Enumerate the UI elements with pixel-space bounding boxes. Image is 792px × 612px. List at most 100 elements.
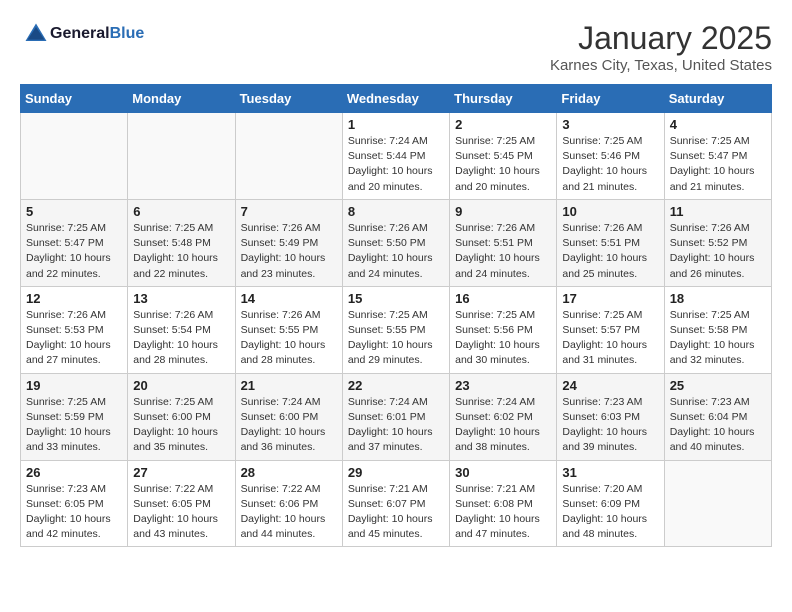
weekday-header-sunday: Sunday — [21, 85, 128, 113]
day-number: 5 — [26, 204, 122, 219]
day-number: 19 — [26, 378, 122, 393]
logo-general: General — [50, 25, 110, 42]
day-number: 14 — [241, 291, 337, 306]
calendar-cell: 19 Sunrise: 7:25 AM Sunset: 5:59 PM Dayli… — [21, 373, 128, 460]
location-title: Karnes City, Texas, United States — [550, 57, 772, 74]
day-info: Sunrise: 7:25 AM Sunset: 5:59 PM Dayligh… — [26, 395, 122, 456]
day-info: Sunrise: 7:25 AM Sunset: 5:56 PM Dayligh… — [455, 308, 551, 369]
day-info: Sunrise: 7:23 AM Sunset: 6:03 PM Dayligh… — [562, 395, 658, 456]
calendar-cell: 23 Sunrise: 7:24 AM Sunset: 6:02 PM Dayli… — [450, 373, 557, 460]
day-info: Sunrise: 7:24 AM Sunset: 6:02 PM Dayligh… — [455, 395, 551, 456]
day-info: Sunrise: 7:22 AM Sunset: 6:06 PM Dayligh… — [241, 482, 337, 543]
calendar-cell: 12 Sunrise: 7:26 AM Sunset: 5:53 PM Dayli… — [21, 286, 128, 373]
day-number: 25 — [670, 378, 766, 393]
day-number: 11 — [670, 204, 766, 219]
day-number: 4 — [670, 117, 766, 132]
day-info: Sunrise: 7:25 AM Sunset: 5:45 PM Dayligh… — [455, 134, 551, 195]
day-number: 31 — [562, 465, 658, 480]
weekday-header-monday: Monday — [128, 85, 235, 113]
day-number: 26 — [26, 465, 122, 480]
month-title: January 2025 — [550, 20, 772, 57]
calendar-cell: 8Sunrise: 7:26 AM Sunset: 5:50 PM Daylig… — [342, 199, 449, 286]
day-info: Sunrise: 7:26 AM Sunset: 5:50 PM Dayligh… — [348, 221, 444, 282]
day-info: Sunrise: 7:26 AM Sunset: 5:51 PM Dayligh… — [455, 221, 551, 282]
calendar-cell: 15Sunrise: 7:25 AM Sunset: 5:55 PM Dayli… — [342, 286, 449, 373]
weekday-header-friday: Friday — [557, 85, 664, 113]
page-header: GeneralBlue January 2025 Karnes City, Te… — [20, 20, 772, 74]
week-row-4: 19 Sunrise: 7:25 AM Sunset: 5:59 PM Dayli… — [21, 373, 772, 460]
calendar-cell: 25 Sunrise: 7:23 AM Sunset: 6:04 PM Dayli… — [664, 373, 771, 460]
calendar-cell: 5 Sunrise: 7:25 AM Sunset: 5:47 PM Daylig… — [21, 199, 128, 286]
calendar-cell — [128, 113, 235, 200]
weekday-header-thursday: Thursday — [450, 85, 557, 113]
day-info: Sunrise: 7:24 AM Sunset: 6:00 PM Dayligh… — [241, 395, 337, 456]
day-info: Sunrise: 7:26 AM Sunset: 5:53 PM Dayligh… — [26, 308, 122, 369]
day-info: Sunrise: 7:26 AM Sunset: 5:51 PM Dayligh… — [562, 221, 658, 282]
calendar-cell: 2 Sunrise: 7:25 AM Sunset: 5:45 PM Daylig… — [450, 113, 557, 200]
day-info: Sunrise: 7:26 AM Sunset: 5:52 PM Dayligh… — [670, 221, 766, 282]
day-number: 9 — [455, 204, 551, 219]
calendar-cell — [664, 460, 771, 547]
day-number: 23 — [455, 378, 551, 393]
logo-icon — [22, 20, 50, 48]
day-number: 15 — [348, 291, 444, 306]
day-info: Sunrise: 7:24 AM Sunset: 5:44 PM Dayligh… — [348, 134, 444, 195]
day-number: 12 — [26, 291, 122, 306]
calendar-cell: 17 Sunrise: 7:25 AM Sunset: 5:57 PM Dayli… — [557, 286, 664, 373]
day-number: 1 — [348, 117, 444, 132]
day-number: 7 — [241, 204, 337, 219]
week-row-1: 1 Sunrise: 7:24 AM Sunset: 5:44 PM Daylig… — [21, 113, 772, 200]
day-info: Sunrise: 7:25 AM Sunset: 5:46 PM Dayligh… — [562, 134, 658, 195]
day-number: 3 — [562, 117, 658, 132]
calendar-cell — [21, 113, 128, 200]
day-info: Sunrise: 7:26 AM Sunset: 5:49 PM Dayligh… — [241, 221, 337, 282]
day-info: Sunrise: 7:23 AM Sunset: 6:04 PM Dayligh… — [670, 395, 766, 456]
day-number: 2 — [455, 117, 551, 132]
day-info: Sunrise: 7:26 AM Sunset: 5:55 PM Dayligh… — [241, 308, 337, 369]
calendar-cell: 28 Sunrise: 7:22 AM Sunset: 6:06 PM Dayli… — [235, 460, 342, 547]
calendar-cell: 26 Sunrise: 7:23 AM Sunset: 6:05 PM Dayli… — [21, 460, 128, 547]
day-info: Sunrise: 7:24 AM Sunset: 6:01 PM Dayligh… — [348, 395, 444, 456]
day-number: 13 — [133, 291, 229, 306]
day-number: 22 — [348, 378, 444, 393]
day-info: Sunrise: 7:22 AM Sunset: 6:05 PM Dayligh… — [133, 482, 229, 543]
weekday-header-tuesday: Tuesday — [235, 85, 342, 113]
calendar-cell: 6Sunrise: 7:25 AM Sunset: 5:48 PM Daylig… — [128, 199, 235, 286]
weekday-header-wednesday: Wednesday — [342, 85, 449, 113]
calendar-cell: 4 Sunrise: 7:25 AM Sunset: 5:47 PM Daylig… — [664, 113, 771, 200]
day-info: Sunrise: 7:26 AM Sunset: 5:54 PM Dayligh… — [133, 308, 229, 369]
day-info: Sunrise: 7:20 AM Sunset: 6:09 PM Dayligh… — [562, 482, 658, 543]
day-number: 30 — [455, 465, 551, 480]
calendar-cell: 24 Sunrise: 7:23 AM Sunset: 6:03 PM Dayli… — [557, 373, 664, 460]
title-block: January 2025 Karnes City, Texas, United … — [550, 20, 772, 74]
weekday-header-saturday: Saturday — [664, 85, 771, 113]
day-number: 21 — [241, 378, 337, 393]
day-info: Sunrise: 7:21 AM Sunset: 6:07 PM Dayligh… — [348, 482, 444, 543]
day-number: 6 — [133, 204, 229, 219]
calendar-cell: 29 Sunrise: 7:21 AM Sunset: 6:07 PM Dayli… — [342, 460, 449, 547]
day-number: 29 — [348, 465, 444, 480]
day-number: 27 — [133, 465, 229, 480]
calendar-table: SundayMondayTuesdayWednesdayThursdayFrid… — [20, 84, 772, 547]
day-info: Sunrise: 7:25 AM Sunset: 5:58 PM Dayligh… — [670, 308, 766, 369]
day-info: Sunrise: 7:25 AM Sunset: 5:47 PM Dayligh… — [26, 221, 122, 282]
day-info: Sunrise: 7:25 AM Sunset: 5:57 PM Dayligh… — [562, 308, 658, 369]
calendar-cell: 21 Sunrise: 7:24 AM Sunset: 6:00 PM Dayli… — [235, 373, 342, 460]
calendar-cell: 31 Sunrise: 7:20 AM Sunset: 6:09 PM Dayli… — [557, 460, 664, 547]
day-number: 28 — [241, 465, 337, 480]
week-row-5: 26 Sunrise: 7:23 AM Sunset: 6:05 PM Dayli… — [21, 460, 772, 547]
day-number: 17 — [562, 291, 658, 306]
calendar-cell: 7 Sunrise: 7:26 AM Sunset: 5:49 PM Daylig… — [235, 199, 342, 286]
week-row-3: 12 Sunrise: 7:26 AM Sunset: 5:53 PM Dayli… — [21, 286, 772, 373]
day-number: 24 — [562, 378, 658, 393]
calendar-cell: 13 Sunrise: 7:26 AM Sunset: 5:54 PM Dayli… — [128, 286, 235, 373]
day-info: Sunrise: 7:21 AM Sunset: 6:08 PM Dayligh… — [455, 482, 551, 543]
calendar-cell: 9 Sunrise: 7:26 AM Sunset: 5:51 PM Daylig… — [450, 199, 557, 286]
calendar-cell: 10Sunrise: 7:26 AM Sunset: 5:51 PM Dayli… — [557, 199, 664, 286]
logo-text: GeneralBlue — [50, 25, 144, 43]
day-info: Sunrise: 7:23 AM Sunset: 6:05 PM Dayligh… — [26, 482, 122, 543]
day-info: Sunrise: 7:25 AM Sunset: 5:47 PM Dayligh… — [670, 134, 766, 195]
day-number: 20 — [133, 378, 229, 393]
calendar-cell: 27 Sunrise: 7:22 AM Sunset: 6:05 PM Dayli… — [128, 460, 235, 547]
logo-blue: Blue — [110, 25, 145, 42]
